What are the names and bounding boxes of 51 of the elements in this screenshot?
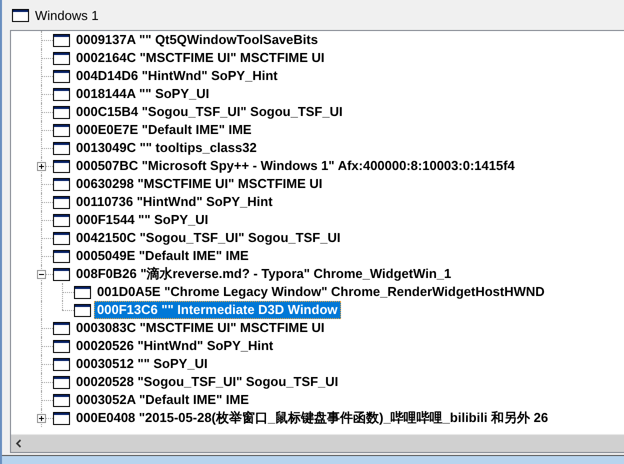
- tree-item[interactable]: 0003083C "MSCTFIME UI" MSCTFIME UI: [73, 319, 328, 337]
- collapse-icon[interactable]: [37, 270, 46, 279]
- window-icon: [53, 394, 70, 406]
- expand-icon[interactable]: [37, 414, 46, 423]
- window-icon: [53, 232, 70, 244]
- tree-item[interactable]: 00110736 "HintWnd" SoPY_Hint: [73, 193, 276, 211]
- horizontal-scrollbar[interactable]: [11, 434, 624, 452]
- tree-item[interactable]: 0042150C "Sogou_TSF_UI" Sogou_TSF_UI: [73, 229, 344, 247]
- tree-item[interactable]: 000E0408 "2015-05-28(枚举窗口_鼠标键盘事件函数)_哔哩哔哩_bilibili 和另外 26: [73, 409, 552, 427]
- tree-item[interactable]: 00630298 "MSCTFIME UI" MSCTFIME UI: [73, 175, 326, 193]
- tree-item[interactable]: 0018144A "" SoPY_UI: [73, 85, 212, 103]
- window-icon: [53, 196, 70, 208]
- window-icon: [53, 52, 70, 64]
- window-icon: [53, 70, 70, 82]
- window-icon: [53, 178, 70, 190]
- scroll-left-icon[interactable]: [15, 439, 22, 448]
- tree-item[interactable]: 0005049E "Default IME" IME: [73, 247, 252, 265]
- window-icon: [74, 286, 91, 298]
- tree-item[interactable]: 004D14D6 "HintWnd" SoPY_Hint: [73, 67, 281, 85]
- window-icon: [53, 358, 70, 370]
- tree-item[interactable]: 00020528 "Sogou_TSF_UI" Sogou_TSF_UI: [73, 373, 342, 391]
- window-icon: [53, 376, 70, 388]
- window-icon: [53, 160, 70, 172]
- window-icon: [53, 106, 70, 118]
- window-title: Windows 1: [35, 8, 99, 22]
- tree-item[interactable]: 008F0B26 "滴水reverse.md? - Typora" Chrome_WidgetWin_1: [73, 265, 454, 283]
- window-icon: [53, 142, 70, 154]
- window-icon: [53, 412, 70, 424]
- tree-item[interactable]: 000F13C6 "" Intermediate D3D Window: [94, 301, 340, 319]
- tree-item[interactable]: 000C15B4 "Sogou_TSF_UI" Sogou_TSF_UI: [73, 103, 346, 121]
- expand-icon[interactable]: [37, 162, 46, 171]
- window-icon: [12, 8, 29, 22]
- window-icon: [53, 34, 70, 46]
- window-icon: [53, 214, 70, 226]
- window-icon: [53, 322, 70, 334]
- window-icon: [53, 340, 70, 352]
- tree-item[interactable]: 0002164C "MSCTFIME UI" MSCTFIME UI: [73, 49, 328, 67]
- tree-item[interactable]: 0003052A "Default IME" IME: [73, 391, 252, 409]
- tree-item[interactable]: 0009137A "" Qt5QWindowToolSaveBits: [73, 31, 321, 49]
- window-icon: [53, 88, 70, 100]
- window-icon: [53, 250, 70, 262]
- tree-item[interactable]: 00020526 "HintWnd" SoPY_Hint: [73, 337, 276, 355]
- tree-item[interactable]: 001D0A5E "Chrome Legacy Window" Chrome_RenderWidgetHostHWND: [94, 283, 548, 301]
- tree-item[interactable]: 0013049C "" tooltips_class32: [73, 139, 260, 157]
- window-icon: [74, 304, 91, 316]
- tree-item[interactable]: 000E0E7E "Default IME" IME: [73, 121, 255, 139]
- window-icon: [53, 268, 70, 280]
- tree-item[interactable]: 000F1544 "" SoPY_UI: [73, 211, 212, 229]
- tree-item[interactable]: 000507BC "Microsoft Spy++ - Windows 1" Afx:400000:8:10003:0:1415f4: [73, 157, 518, 175]
- window-icon: [53, 124, 70, 136]
- tree-item[interactable]: 00030512 "" SoPY_UI: [73, 355, 211, 373]
